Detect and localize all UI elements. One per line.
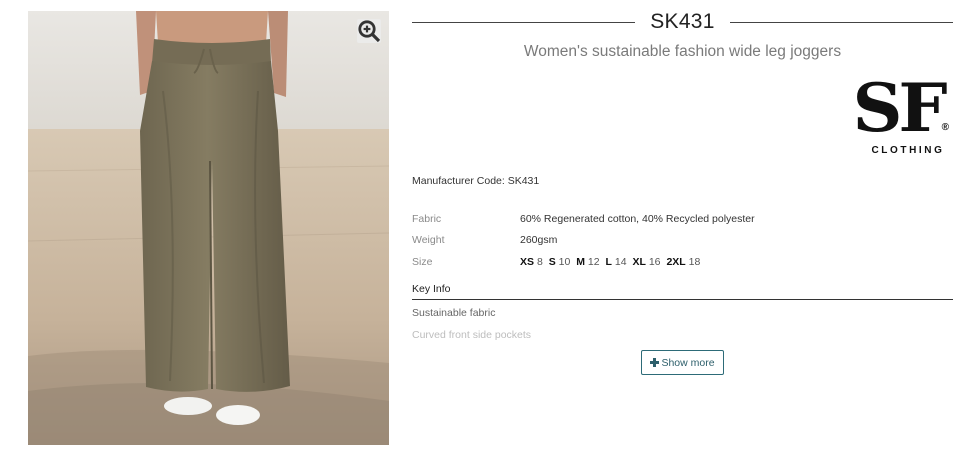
brand-logo-mark: SF [852,69,948,147]
spec-row-fabric: Fabric 60% Regenerated cotton, 40% Recyc… [412,208,953,230]
size-number: 8 [536,255,543,268]
zoom-button[interactable] [357,19,381,43]
size-code: XL [632,255,646,268]
manufacturer-code: Manufacturer Code: SK431 [412,175,540,187]
magnifier-plus-icon [358,20,381,43]
size-code: 2XL [666,255,686,268]
size-code: XS [520,255,535,268]
product-info: SK431 Women's sustainable fashion wide l… [412,0,953,455]
registered-mark: ® [941,122,949,133]
brand-logo: SF ® CLOTHING [841,72,953,160]
size-code: L [605,255,612,268]
size-number: 18 [688,255,701,268]
size-number: 12 [587,255,600,268]
spec-value: 260gsm [520,234,558,247]
brand-logo-wordmark: CLOTHING [871,145,945,156]
product-subtitle: Women's sustainable fashion wide leg jog… [523,43,842,60]
spec-table: Fabric 60% Regenerated cotton, 40% Recyc… [412,208,953,273]
title-row: SK431 [412,9,953,35]
key-info-item: Curved front side pockets [412,329,532,341]
spec-row-weight: Weight 260gsm [412,230,953,252]
title-rule-right [729,21,953,23]
key-info-item: Sustainable fabric [412,307,496,319]
product-image[interactable] [28,11,389,445]
title-rule-left [412,21,636,23]
size-number: 10 [558,255,571,268]
product-sku-title: SK431 [650,10,715,33]
spec-value: 60% Regenerated cotton, 40% Recycled pol… [520,212,755,225]
size-number: 14 [614,255,627,268]
spec-label: Weight [412,234,445,247]
spec-label: Fabric [412,212,442,225]
spec-row-size: Size XS 8 S 10 M 12 L 14 XL 16 2XL 18 [412,251,953,273]
size-list: XS 8 S 10 M 12 L 14 XL 16 2XL 18 [520,256,703,268]
key-info-header: Key Info [412,283,953,300]
show-more-button[interactable]: Show more [641,350,724,375]
plus-icon [650,358,660,367]
size-number: 16 [648,255,661,268]
show-more-label: Show more [661,356,715,369]
size-code: M [576,255,585,268]
size-code: S [548,255,556,268]
spec-label: Size [412,255,433,268]
product-photo [28,11,389,445]
